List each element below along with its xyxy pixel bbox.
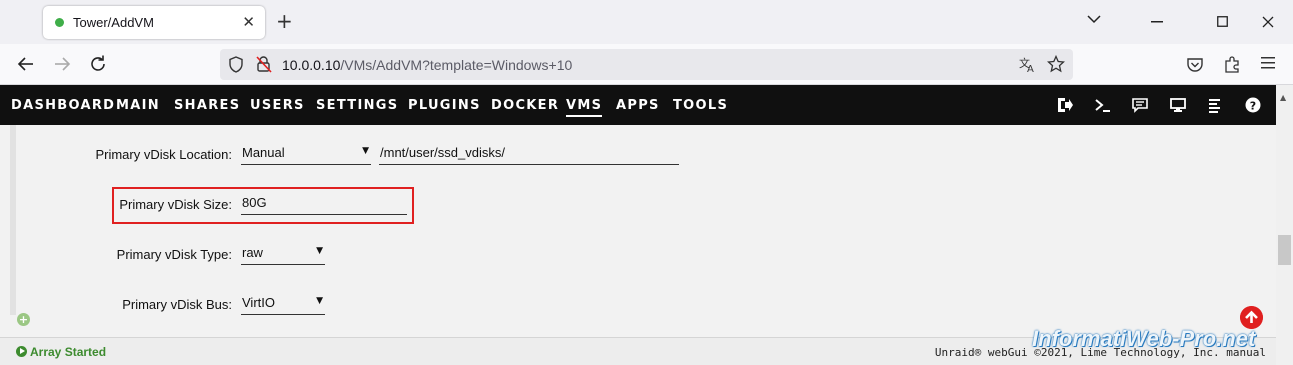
unraid-header: DASHBOARD MAIN SHARES USERS SETTINGS PLU… bbox=[0, 85, 1276, 125]
vm-form: Primary vDisk Location: Manual ▼ /mnt/us… bbox=[0, 125, 1276, 337]
svg-text:A: A bbox=[1027, 64, 1034, 73]
menu-apps[interactable]: APPS bbox=[616, 98, 660, 113]
close-tab-icon[interactable]: ✕ bbox=[242, 13, 255, 31]
extensions-icon[interactable] bbox=[1223, 55, 1241, 74]
scroll-up-arrow-icon[interactable]: ▲ bbox=[1280, 93, 1286, 102]
svg-text:?: ? bbox=[1250, 100, 1256, 113]
menu-shares[interactable]: SHARES bbox=[174, 98, 240, 113]
minimize-icon[interactable] bbox=[1151, 21, 1163, 23]
new-tab-icon[interactable]: + bbox=[276, 9, 293, 33]
play-icon bbox=[16, 346, 27, 357]
vdisk-size-value: 80G bbox=[242, 195, 267, 210]
menu-settings[interactable]: SETTINGS bbox=[316, 98, 398, 113]
menu-docker[interactable]: DOCKER bbox=[491, 98, 559, 113]
shield-icon[interactable] bbox=[228, 56, 244, 73]
navigation-bar: 10.0.0.10/VMs/AddVM?template=Windows+10 … bbox=[0, 44, 1293, 85]
add-vdisk-icon[interactable]: + bbox=[17, 313, 30, 326]
tab-list-chevron-icon[interactable] bbox=[1087, 14, 1101, 24]
tab-strip: Tower/AddVM ✕ + bbox=[0, 0, 1293, 44]
vdisk-size-label: Primary vDisk Size: bbox=[119, 197, 232, 212]
vdisk-location-label: Primary vDisk Location: bbox=[95, 147, 232, 162]
hamburger-menu-icon[interactable] bbox=[1261, 57, 1275, 69]
vdisk-location-select[interactable]: Manual ▼ bbox=[241, 143, 371, 165]
tab-title: Tower/AddVM bbox=[73, 15, 154, 30]
translate-icon[interactable]: 文 A bbox=[1019, 56, 1037, 73]
url-text[interactable]: 10.0.0.10/VMs/AddVM?template=Windows+10 bbox=[282, 57, 572, 73]
vdisk-bus-label: Primary vDisk Bus: bbox=[122, 297, 232, 312]
url-path: /VMs/AddVM?template=Windows+10 bbox=[340, 57, 573, 73]
vdisk-bus-value: VirtIO bbox=[242, 295, 275, 310]
menu-plugins[interactable]: PLUGINS bbox=[408, 98, 481, 113]
log-icon[interactable] bbox=[1206, 96, 1224, 114]
page-scrollbar[interactable]: ▲ bbox=[1276, 85, 1293, 365]
browser-tab[interactable]: Tower/AddVM ✕ bbox=[43, 6, 265, 39]
unraid-favicon-icon bbox=[55, 18, 64, 27]
menu-main[interactable]: MAIN bbox=[116, 98, 160, 113]
dropdown-caret-icon: ▼ bbox=[316, 246, 323, 256]
close-window-icon[interactable] bbox=[1262, 16, 1274, 28]
maximize-icon[interactable] bbox=[1217, 16, 1228, 27]
address-bar[interactable]: 10.0.0.10/VMs/AddVM?template=Windows+10 … bbox=[220, 49, 1073, 80]
vdisk-path-input[interactable]: /mnt/user/ssd_vdisks/ bbox=[379, 143, 679, 165]
back-arrow-icon[interactable] bbox=[14, 52, 38, 76]
menu-tools[interactable]: TOOLS bbox=[673, 98, 728, 113]
browser-window: Tower/AddVM ✕ + 10.0.0.10/VMs/AddVM?temp… bbox=[0, 0, 1293, 365]
feedback-icon[interactable] bbox=[1131, 96, 1149, 114]
vdisk-type-value: raw bbox=[242, 245, 263, 260]
pocket-icon[interactable] bbox=[1186, 56, 1204, 74]
scroll-thumb[interactable] bbox=[1278, 235, 1291, 265]
url-host: 10.0.0.10 bbox=[282, 57, 341, 73]
vdisk-type-select[interactable]: raw ▼ bbox=[241, 243, 325, 265]
vdisk-path-value: /mnt/user/ssd_vdisks/ bbox=[380, 145, 505, 160]
vdisk-location-value: Manual bbox=[242, 145, 285, 160]
watermark: InformatiWeb-Pro.net bbox=[1032, 326, 1256, 351]
vdisk-type-label: Primary vDisk Type: bbox=[116, 247, 232, 262]
logout-icon[interactable] bbox=[1056, 96, 1074, 114]
reload-icon[interactable] bbox=[86, 52, 110, 76]
array-status-text: Array Started bbox=[30, 345, 107, 359]
dropdown-caret-icon: ▼ bbox=[316, 296, 323, 306]
section-bar bbox=[10, 125, 16, 315]
vdisk-bus-select[interactable]: VirtIO ▼ bbox=[241, 293, 325, 315]
vdisk-size-input[interactable]: 80G bbox=[241, 193, 407, 215]
menu-dashboard[interactable]: DASHBOARD bbox=[11, 98, 115, 113]
forward-arrow-icon[interactable] bbox=[50, 52, 74, 76]
bookmark-star-icon[interactable] bbox=[1047, 55, 1065, 73]
info-monitor-icon[interactable] bbox=[1169, 96, 1187, 114]
menu-users[interactable]: USERS bbox=[250, 98, 305, 113]
terminal-icon[interactable] bbox=[1094, 96, 1112, 114]
help-icon[interactable]: ? bbox=[1244, 96, 1262, 114]
menu-vms[interactable]: VMS bbox=[566, 98, 603, 117]
array-status: Array Started bbox=[16, 345, 106, 359]
insecure-lock-icon[interactable] bbox=[255, 55, 273, 74]
dropdown-caret-icon: ▼ bbox=[362, 146, 369, 156]
